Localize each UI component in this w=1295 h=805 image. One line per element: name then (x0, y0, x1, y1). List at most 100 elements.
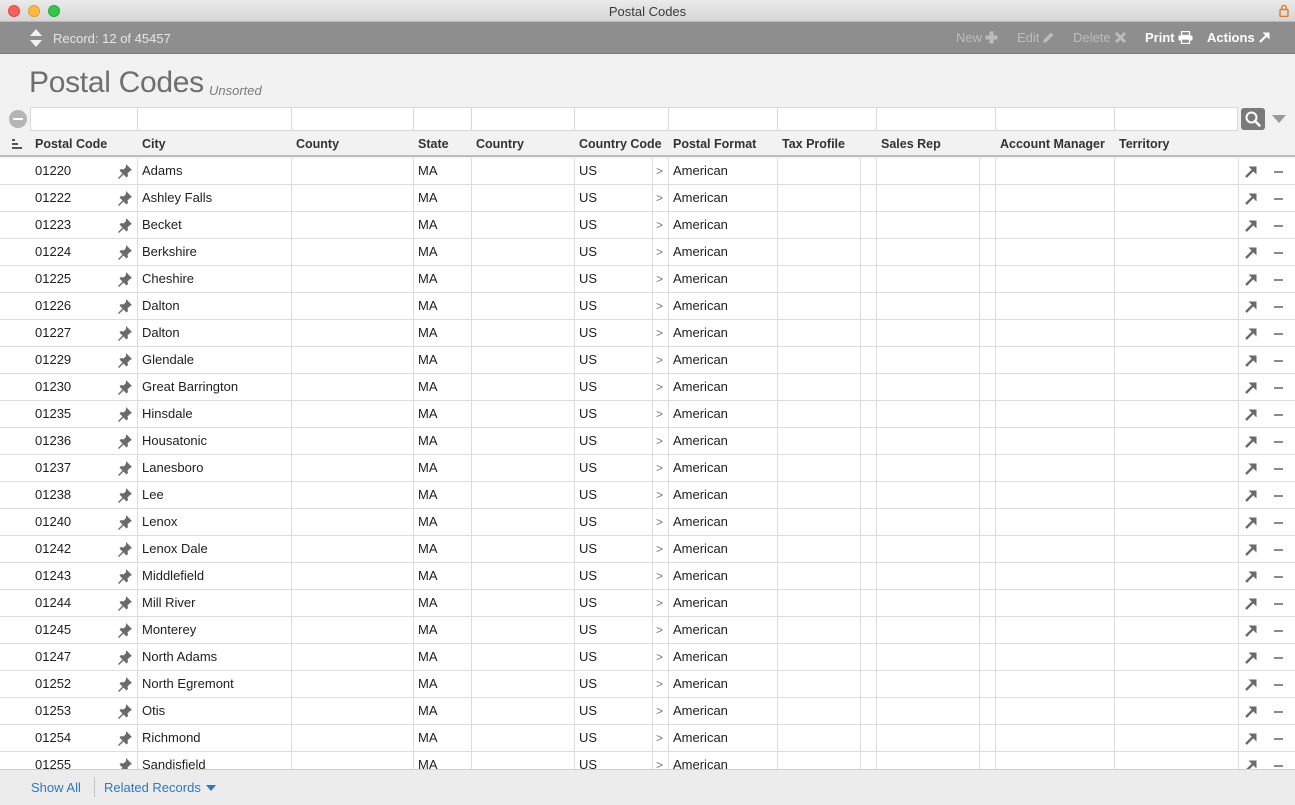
open-record-icon[interactable] (1244, 192, 1258, 206)
cell-postal-format[interactable]: American (673, 266, 728, 292)
cell-city[interactable]: Dalton (142, 293, 180, 319)
cell-postal-format[interactable]: American (673, 455, 728, 481)
cell-postal-code[interactable]: 01220 (35, 158, 71, 184)
country-lookup-chevron-icon[interactable]: > (656, 347, 663, 373)
pin-icon[interactable] (117, 244, 133, 260)
table-row[interactable]: 01237 Lanesboro MA US > American (0, 455, 1295, 482)
open-record-icon[interactable] (1244, 273, 1258, 287)
cell-state[interactable]: MA (418, 590, 438, 616)
open-record-icon[interactable] (1244, 219, 1258, 233)
open-record-icon[interactable] (1244, 678, 1258, 692)
cell-state[interactable]: MA (418, 239, 438, 265)
table-row[interactable]: 01235 Hinsdale MA US > American (0, 401, 1295, 428)
open-record-icon[interactable] (1244, 624, 1258, 638)
cell-country-code[interactable]: US (579, 482, 597, 508)
cell-postal-format[interactable]: American (673, 644, 728, 670)
cell-state[interactable]: MA (418, 725, 438, 751)
cell-country-code[interactable]: US (579, 536, 597, 562)
open-record-icon[interactable] (1244, 570, 1258, 584)
table-row[interactable]: 01222 Ashley Falls MA US > American (0, 185, 1295, 212)
cell-postal-format[interactable]: American (673, 617, 728, 643)
cell-postal-code[interactable]: 01253 (35, 698, 71, 724)
cell-country-code[interactable]: US (579, 266, 597, 292)
cell-country-code[interactable]: US (579, 752, 597, 769)
country-lookup-chevron-icon[interactable]: > (656, 698, 663, 724)
table-row[interactable]: 01230 Great Barrington MA US > American (0, 374, 1295, 401)
cell-state[interactable]: MA (418, 617, 438, 643)
pin-icon[interactable] (117, 298, 133, 314)
column-account-manager[interactable]: Account Manager (1000, 137, 1105, 151)
cell-state[interactable]: MA (418, 212, 438, 238)
column-country[interactable]: Country (476, 137, 524, 151)
cell-postal-code[interactable]: 01240 (35, 509, 71, 535)
table-row[interactable]: 01225 Cheshire MA US > American (0, 266, 1295, 293)
country-lookup-chevron-icon[interactable]: > (656, 644, 663, 670)
country-lookup-chevron-icon[interactable]: > (656, 374, 663, 400)
country-lookup-chevron-icon[interactable]: > (656, 239, 663, 265)
cell-postal-code[interactable]: 01236 (35, 428, 71, 454)
show-all-link[interactable]: Show All (31, 780, 81, 795)
cell-postal-format[interactable]: American (673, 509, 728, 535)
column-sales-rep[interactable]: Sales Rep (881, 137, 941, 151)
cell-state[interactable]: MA (418, 644, 438, 670)
edit-button[interactable]: Edit (1017, 30, 1055, 45)
column-tax-profile[interactable]: Tax Profile (782, 137, 845, 151)
open-record-icon[interactable] (1244, 435, 1258, 449)
cell-country-code[interactable]: US (579, 698, 597, 724)
cell-country-code[interactable]: US (579, 455, 597, 481)
table-row[interactable]: 01226 Dalton MA US > American (0, 293, 1295, 320)
cell-city[interactable]: Lee (142, 482, 164, 508)
cell-postal-format[interactable]: American (673, 725, 728, 751)
cell-country-code[interactable]: US (579, 644, 597, 670)
cell-country-code[interactable]: US (579, 590, 597, 616)
cell-country-code[interactable]: US (579, 509, 597, 535)
country-lookup-chevron-icon[interactable]: > (656, 536, 663, 562)
cell-state[interactable]: MA (418, 293, 438, 319)
cell-state[interactable]: MA (418, 536, 438, 562)
cell-postal-code[interactable]: 01245 (35, 617, 71, 643)
cell-postal-code[interactable]: 01254 (35, 725, 71, 751)
cell-postal-format[interactable]: American (673, 293, 728, 319)
cell-postal-code[interactable]: 01226 (35, 293, 71, 319)
cell-city[interactable]: Otis (142, 698, 165, 724)
pin-icon[interactable] (117, 703, 133, 719)
table-row[interactable]: 01236 Housatonic MA US > American (0, 428, 1295, 455)
remove-icon[interactable] (1274, 711, 1283, 713)
remove-icon[interactable] (1274, 657, 1283, 659)
clear-filter-icon[interactable] (9, 110, 27, 128)
actions-button[interactable]: Actions (1207, 30, 1271, 45)
pin-icon[interactable] (117, 730, 133, 746)
filter-country[interactable] (472, 108, 575, 130)
remove-icon[interactable] (1274, 225, 1283, 227)
cell-city[interactable]: Sandisfield (142, 752, 206, 769)
open-record-icon[interactable] (1244, 246, 1258, 260)
cell-postal-format[interactable]: American (673, 590, 728, 616)
cell-postal-format[interactable]: American (673, 212, 728, 238)
filter-sales-rep[interactable] (877, 108, 996, 130)
remove-icon[interactable] (1274, 441, 1283, 443)
filter-tax-profile[interactable] (778, 108, 877, 130)
pin-icon[interactable] (117, 217, 133, 233)
cell-postal-code[interactable]: 01237 (35, 455, 71, 481)
cell-country-code[interactable]: US (579, 239, 597, 265)
filter-postal-code[interactable] (31, 108, 138, 130)
cell-city[interactable]: Berkshire (142, 239, 197, 265)
cell-postal-code[interactable]: 01247 (35, 644, 71, 670)
cell-state[interactable]: MA (418, 671, 438, 697)
open-record-icon[interactable] (1244, 732, 1258, 746)
cell-postal-format[interactable]: American (673, 536, 728, 562)
country-lookup-chevron-icon[interactable]: > (656, 293, 663, 319)
open-record-icon[interactable] (1244, 462, 1258, 476)
column-county[interactable]: County (296, 137, 339, 151)
cell-country-code[interactable]: US (579, 725, 597, 751)
cell-postal-format[interactable]: American (673, 752, 728, 769)
remove-icon[interactable] (1274, 765, 1283, 767)
open-record-icon[interactable] (1244, 543, 1258, 557)
cell-country-code[interactable]: US (579, 617, 597, 643)
cell-postal-code[interactable]: 01235 (35, 401, 71, 427)
cell-postal-code[interactable]: 01252 (35, 671, 71, 697)
pin-icon[interactable] (117, 487, 133, 503)
table-row[interactable]: 01224 Berkshire MA US > American (0, 239, 1295, 266)
country-lookup-chevron-icon[interactable]: > (656, 563, 663, 589)
cell-country-code[interactable]: US (579, 401, 597, 427)
